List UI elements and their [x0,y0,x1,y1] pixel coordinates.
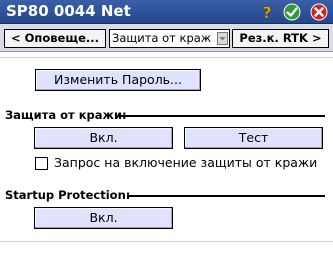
divider [0,57,333,58]
request-enable-theft-protection-label[interactable]: Запрос на включение защиты от кражи [54,155,317,170]
dropdown-arrow-icon[interactable] [217,32,228,45]
startup-protection-heading-label: Startup Protection: [5,188,131,202]
page-select-value: Защита от краж [112,31,212,45]
page-select[interactable]: Защита от краж [109,29,230,48]
previous-page-button[interactable]: < Оповеще... [4,29,106,48]
window-title: SP80 0044 Net [6,2,131,20]
theft-protection-test-button[interactable]: Тест [184,127,323,149]
next-page-button[interactable]: Рез.к. RTK > [232,29,329,48]
section-divider [118,115,325,117]
section-divider [127,195,325,197]
ok-checkmark-icon[interactable] [283,3,301,21]
svg-text:?: ? [262,3,271,21]
close-x-icon[interactable] [310,3,328,21]
bottom-divider [0,241,333,242]
startup-protection-heading: Startup Protection: [5,188,325,202]
page-navigation-bar: < Оповеще... Защита от краж Рез.к. RTK > [0,24,333,52]
startup-protection-on-button[interactable]: Вкл. [34,207,173,229]
change-password-button[interactable]: Изменить Пароль... [35,69,201,91]
theft-protection-on-button[interactable]: Вкл. [34,127,173,149]
title-bar: SP80 0044 Net ? [0,0,333,24]
theft-protection-heading: Защита от кражи: [5,108,325,122]
question-mark-icon[interactable]: ? [258,3,276,21]
request-enable-theft-protection-checkbox[interactable] [35,157,48,170]
theft-protection-heading-label: Защита от кражи: [5,108,127,122]
